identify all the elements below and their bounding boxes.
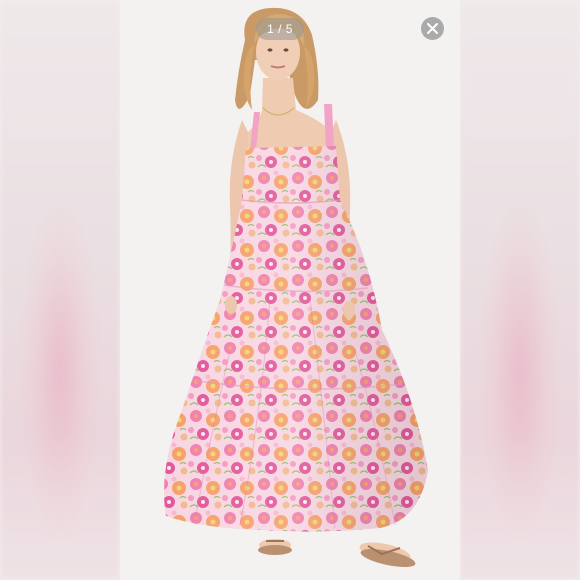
close-button[interactable] — [421, 17, 444, 40]
blurred-background-left — [0, 0, 120, 580]
image-counter: 1 / 5 — [256, 18, 304, 40]
close-icon — [427, 23, 438, 34]
image-counter-label: 1 / 5 — [267, 22, 293, 36]
product-photo — [120, 0, 460, 580]
image-viewer[interactable]: 1 / 5 — [120, 0, 460, 580]
blurred-background-right — [460, 0, 580, 580]
